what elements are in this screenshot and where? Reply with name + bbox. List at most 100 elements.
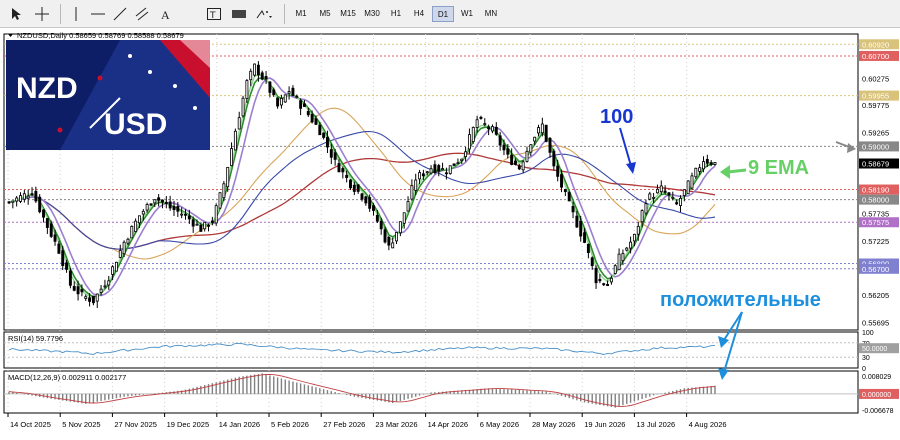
candle-body	[598, 278, 602, 282]
price-tick-label: 0.58000	[862, 196, 889, 205]
macd-tick-label: 0.008029	[862, 374, 891, 381]
candle-body	[483, 123, 487, 126]
candle-body	[675, 202, 679, 205]
rsi-tick-label: 0	[862, 366, 866, 373]
candle-body	[99, 288, 103, 293]
candle-body	[287, 91, 291, 94]
candle-body	[567, 192, 571, 202]
candle-body	[161, 199, 164, 203]
price-tick-label: 0.55695	[862, 318, 889, 327]
label-icon[interactable]: T	[206, 6, 222, 22]
candle-body	[506, 148, 510, 155]
candle-body	[326, 136, 329, 148]
time-tick-label: 6 May 2026	[480, 420, 519, 429]
time-tick-label: 23 Mar 2026	[375, 420, 417, 429]
candle-body	[537, 127, 540, 134]
time-tick-label: 27 Feb 2026	[323, 420, 365, 429]
price-tick-label: 0.59000	[862, 142, 889, 151]
timeframe-m5[interactable]: M5	[314, 6, 336, 22]
candle-body	[552, 150, 556, 167]
candle-body	[713, 162, 717, 165]
macd-tick-label: -0.006678	[862, 408, 894, 415]
candle-body	[636, 225, 640, 235]
candle-body	[302, 103, 306, 107]
timeframe-m15[interactable]: M15	[337, 6, 359, 22]
arrow-tools-icon[interactable]	[254, 6, 274, 22]
cursor-icon[interactable]	[8, 6, 24, 22]
candle-body	[632, 233, 636, 242]
timeframe-mn[interactable]: MN	[479, 6, 503, 22]
candle-body	[471, 126, 475, 142]
time-tick-label: 19 Dec 2025	[167, 420, 210, 429]
candle-body	[49, 223, 53, 237]
candle-body	[22, 193, 26, 200]
candle-body	[437, 165, 441, 172]
candle-body	[130, 226, 134, 239]
candle-body	[42, 209, 45, 218]
candle-body	[279, 98, 283, 106]
candle-body	[429, 168, 433, 174]
candle-body	[694, 167, 698, 178]
candle-body	[544, 124, 548, 142]
timeframe-m1[interactable]: M1	[290, 6, 312, 22]
timeframe-d1[interactable]: D1	[432, 6, 454, 22]
time-tick-label: 5 Nov 2025	[62, 420, 100, 429]
candle-body	[418, 172, 422, 180]
time-tick-label: 5 Feb 2026	[271, 420, 309, 429]
candle-body	[199, 224, 203, 232]
candle-body	[283, 94, 287, 103]
candle-body	[510, 154, 514, 165]
price-tick-label: 0.59775	[862, 101, 889, 110]
crosshair-icon[interactable]	[34, 6, 50, 22]
time-tick-label: 14 Jan 2026	[219, 420, 260, 429]
price-tick-label: 0.56205	[862, 291, 889, 300]
price-tick-label: 0.59955	[862, 92, 889, 101]
candle-body	[433, 164, 437, 173]
candle-body	[671, 196, 675, 199]
candle-body	[594, 267, 598, 284]
candle-body	[487, 126, 491, 130]
candle-body	[299, 100, 303, 109]
candle-body	[356, 184, 360, 192]
candle-body	[295, 95, 299, 98]
timeframe-m30[interactable]: M30	[361, 6, 383, 22]
shapes-icon[interactable]	[230, 6, 248, 22]
candle-body	[583, 232, 586, 243]
time-tick-label: 27 Nov 2025	[114, 420, 157, 429]
candle-body	[141, 210, 145, 215]
toolbar-separator	[60, 4, 61, 24]
candle-body	[349, 179, 352, 189]
vline-icon[interactable]	[68, 6, 84, 22]
candle-body	[253, 63, 257, 76]
text-icon[interactable]: A	[158, 6, 174, 22]
candle-body	[176, 206, 180, 212]
candle-body	[318, 124, 322, 136]
candle-body	[310, 113, 314, 123]
candle-body	[157, 197, 161, 201]
timeframe-h4[interactable]: H4	[408, 6, 430, 22]
price-tick-label: 0.58190	[862, 186, 889, 195]
hline-icon[interactable]	[90, 6, 106, 22]
candle-body	[245, 80, 249, 99]
candle-body	[625, 247, 629, 251]
candle-body	[629, 241, 633, 249]
macd-label: MACD(12,26,9) 0.002911 0.002177	[8, 373, 126, 382]
trendline-icon[interactable]	[112, 6, 128, 22]
candle-body	[398, 221, 402, 234]
chart-area[interactable]: NZD USD NZDUSD,Daily 0.58659 0.58769 0.5…	[0, 28, 900, 440]
toolbar: A T M1 M5 M15 M30 H1 H4 D1 W1 MN	[0, 0, 900, 28]
candle-body	[7, 201, 11, 204]
channel-icon[interactable]	[134, 6, 150, 22]
candle-body	[441, 168, 445, 171]
candle-body	[379, 220, 383, 230]
timeframe-h1[interactable]: H1	[385, 6, 407, 22]
candle-body	[118, 250, 122, 258]
candle-body	[145, 204, 149, 211]
candle-body	[195, 223, 199, 226]
candle-body	[88, 297, 92, 302]
candle-body	[203, 221, 207, 230]
timeframe-w1[interactable]: W1	[456, 6, 478, 22]
candle-body	[663, 190, 667, 193]
candle-body	[602, 283, 606, 286]
candle-body	[690, 175, 694, 189]
